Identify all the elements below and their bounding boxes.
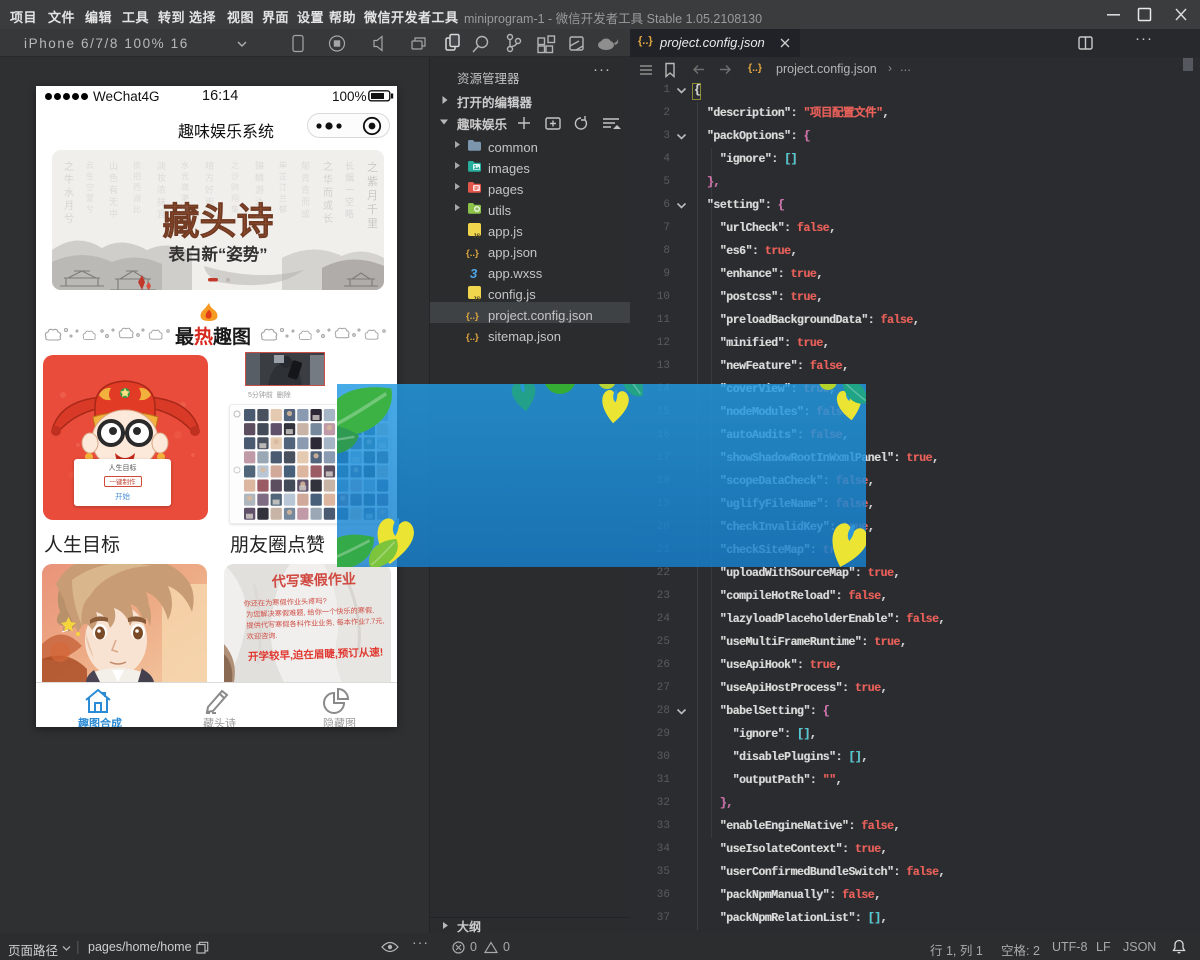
svg-text:代写寒假作业: 代写寒假作业	[271, 571, 357, 590]
svg-text:表白新“姿势”: 表白新“姿势”	[169, 244, 268, 264]
svg-text:藏头诗: 藏头诗	[163, 201, 274, 242]
svg-text:欢迎咨询.: 欢迎咨询.	[247, 631, 278, 641]
